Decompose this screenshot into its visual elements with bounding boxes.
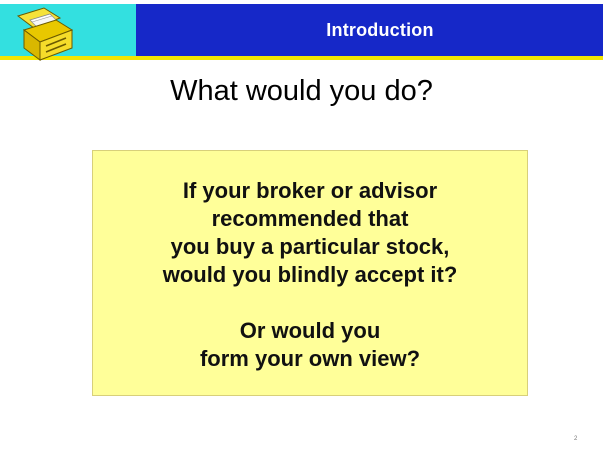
header-title: Introduction (326, 20, 434, 40)
box-paragraph-1: If your broker or advisor recommended th… (162, 178, 458, 287)
slide: Introduction What would you do? If your … (0, 0, 603, 456)
briefcase-icon (16, 7, 74, 61)
page-number: 2 (574, 436, 578, 442)
highlight-box: If your broker or advisor recommended th… (92, 150, 528, 396)
header-underline (0, 56, 603, 60)
slide-question: What would you do? (170, 75, 433, 107)
box-paragraph-2: Or would you form your own view? (199, 318, 421, 371)
